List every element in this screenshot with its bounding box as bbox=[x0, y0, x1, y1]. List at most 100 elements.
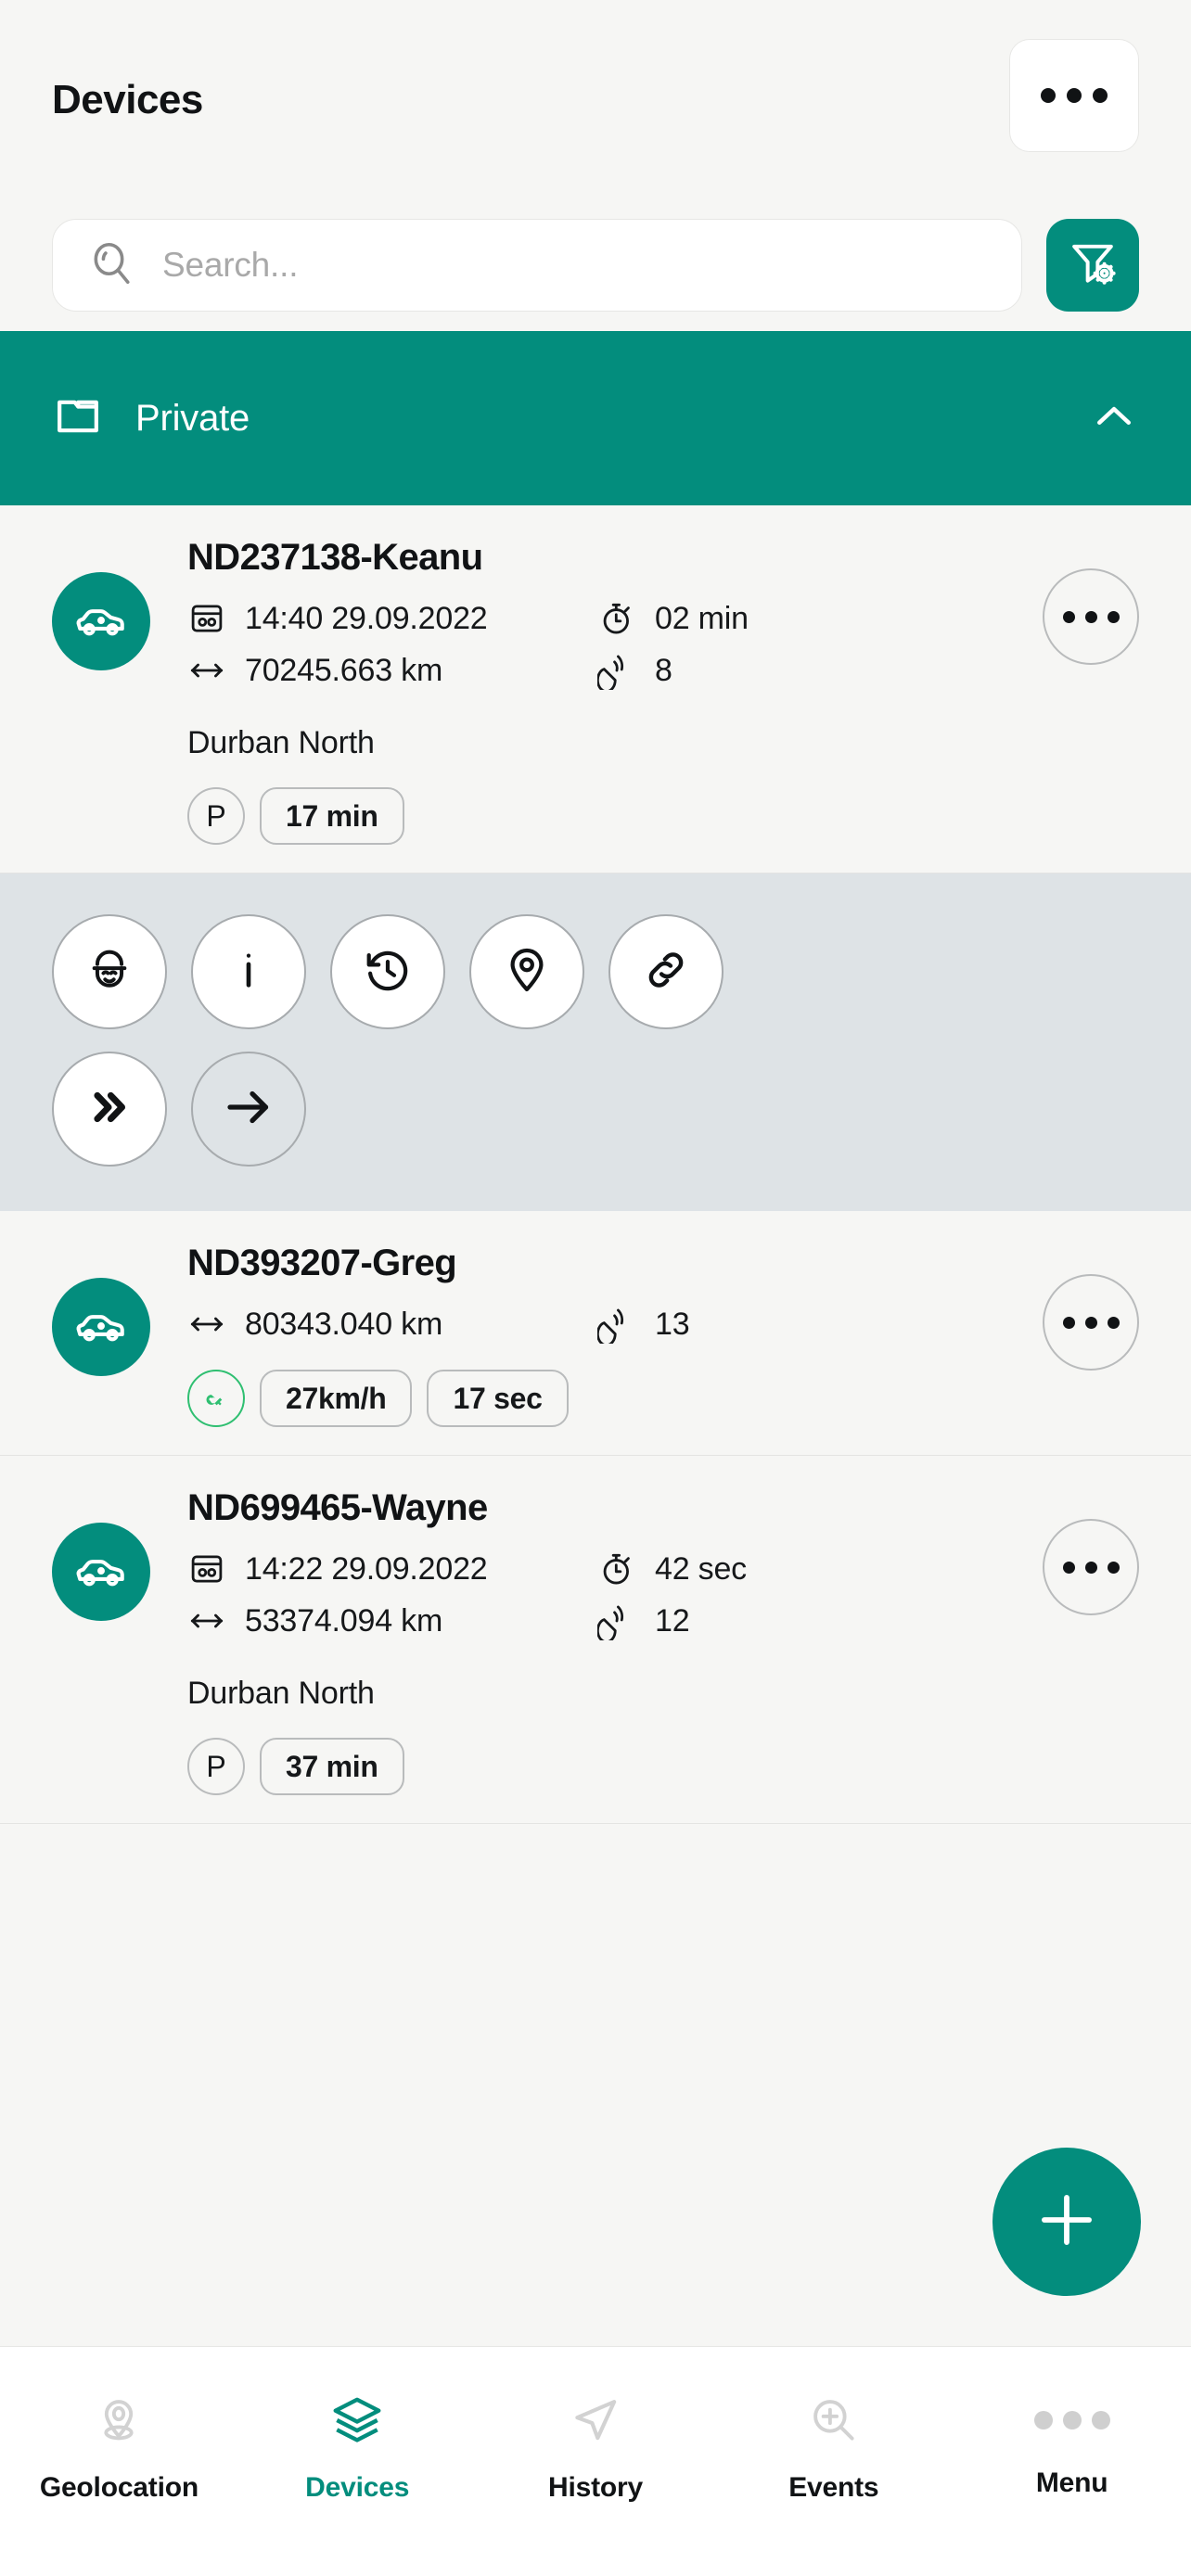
folder-group-private[interactable]: Private bbox=[0, 331, 1191, 505]
device-card[interactable]: ND393207-Greg 80343.040 km 13 27km/h 17 … bbox=[0, 1211, 1191, 1456]
locate-button[interactable] bbox=[469, 914, 584, 1029]
device-badges: 27km/h 17 sec bbox=[187, 1370, 1139, 1427]
nav-label: History bbox=[548, 2472, 643, 2503]
arrow-right-icon bbox=[221, 1079, 276, 1140]
nav-label: Menu bbox=[1035, 2468, 1108, 2498]
stopwatch-icon bbox=[597, 1549, 655, 1588]
odometer-icon bbox=[187, 1549, 245, 1588]
parking-icon: P bbox=[187, 787, 245, 845]
nav-item-history[interactable]: History bbox=[477, 2391, 715, 2504]
folder-label: Private bbox=[135, 397, 250, 439]
device-card[interactable]: ND237138-Keanu 14:40 29.09.2022 02 min 7… bbox=[0, 505, 1191, 874]
device-details: ND237138-Keanu 14:40 29.09.2022 02 min 7… bbox=[174, 537, 1139, 845]
device-location: Durban North bbox=[187, 725, 375, 760]
history-button[interactable] bbox=[330, 914, 445, 1029]
history-clock-icon bbox=[362, 944, 414, 1001]
more-horizontal-icon bbox=[1062, 1561, 1075, 1574]
search-input[interactable]: Search... bbox=[52, 219, 1022, 312]
device-stats: 14:40 29.09.2022 02 min 70245.663 km 8 bbox=[187, 599, 1139, 690]
app-header: Devices bbox=[0, 0, 1191, 199]
speed-badge: 27km/h bbox=[260, 1370, 413, 1427]
stat-value: 14:40 29.09.2022 bbox=[245, 600, 488, 636]
stat-value: 70245.663 km bbox=[245, 652, 443, 688]
car-icon bbox=[76, 609, 124, 636]
device-list[interactable]: ND237138-Keanu 14:40 29.09.2022 02 min 7… bbox=[0, 505, 1191, 2346]
device-card[interactable]: ND699465-Wayne 14:22 29.09.2022 42 sec 5… bbox=[0, 1456, 1191, 1824]
devices-screen: Devices Search... Private ND237138-Keanu… bbox=[0, 0, 1191, 2576]
device-name: ND237138-Keanu bbox=[187, 537, 483, 578]
layers-icon bbox=[328, 2391, 386, 2454]
link-icon bbox=[640, 944, 692, 1001]
filter-settings-button[interactable] bbox=[1046, 219, 1139, 312]
nav-label: Events bbox=[788, 2472, 879, 2503]
distance-arrows-icon bbox=[187, 651, 245, 690]
chevron-up-icon[interactable] bbox=[1089, 391, 1139, 446]
device-action-panel bbox=[0, 874, 1191, 1211]
nav-item-devices[interactable]: Devices bbox=[238, 2391, 477, 2504]
nav-item-menu[interactable]: Menu bbox=[953, 2391, 1191, 2499]
search-placeholder: Search... bbox=[162, 246, 299, 284]
bottom-navigation: Geolocation Devices History Events Menu bbox=[0, 2346, 1191, 2576]
folder-icon bbox=[52, 390, 104, 447]
device-badges: P 37 min bbox=[187, 1738, 1139, 1795]
info-button[interactable] bbox=[191, 914, 306, 1029]
driver-button[interactable] bbox=[52, 914, 167, 1029]
distance-arrows-icon bbox=[187, 1601, 245, 1640]
more-horizontal-icon bbox=[1084, 1316, 1097, 1329]
odometer-icon bbox=[187, 599, 245, 638]
more-horizontal-icon bbox=[1067, 88, 1082, 103]
device-name: ND393207-Greg bbox=[187, 1243, 457, 1283]
page-title: Devices bbox=[52, 76, 203, 122]
double-chevron-right-icon bbox=[83, 1081, 135, 1138]
more-horizontal-icon bbox=[1107, 1561, 1120, 1574]
duration-badge: 17 sec bbox=[427, 1370, 569, 1427]
stat-value: 14:22 29.09.2022 bbox=[245, 1550, 488, 1587]
more-horizontal-icon bbox=[1093, 88, 1108, 103]
info-icon bbox=[223, 944, 275, 1001]
avatar bbox=[52, 572, 150, 670]
header-more-button[interactable] bbox=[1009, 39, 1139, 152]
more-horizontal-icon bbox=[1107, 1316, 1120, 1329]
satellite-icon bbox=[597, 1305, 655, 1344]
device-details: ND393207-Greg 80343.040 km 13 27km/h 17 … bbox=[174, 1243, 1139, 1427]
navigation-arrow-icon bbox=[567, 2391, 624, 2454]
search-row: Search... bbox=[0, 199, 1191, 331]
zoom-in-icon bbox=[805, 2391, 863, 2454]
more-horizontal-icon bbox=[1084, 1561, 1097, 1574]
share-link-button[interactable] bbox=[608, 914, 724, 1029]
plus-icon bbox=[1031, 2184, 1103, 2261]
parking-icon: P bbox=[187, 1738, 245, 1795]
more-horizontal-icon bbox=[1033, 2391, 1110, 2449]
status-badge: 37 min bbox=[260, 1738, 404, 1795]
action-row-secondary bbox=[52, 1052, 1139, 1167]
satellite-icon bbox=[597, 651, 655, 690]
more-horizontal-icon bbox=[1084, 610, 1097, 623]
more-horizontal-icon bbox=[1062, 1316, 1075, 1329]
fast-forward-button[interactable] bbox=[52, 1052, 167, 1167]
device-stats: 14:22 29.09.2022 42 sec 53374.094 km 12 bbox=[187, 1549, 1139, 1640]
driver-icon bbox=[83, 944, 135, 1001]
nav-item-geolocation[interactable]: Geolocation bbox=[0, 2391, 238, 2504]
car-icon bbox=[76, 1315, 124, 1342]
nav-label: Geolocation bbox=[39, 2472, 198, 2503]
avatar bbox=[52, 1523, 150, 1621]
more-horizontal-icon bbox=[1041, 88, 1056, 103]
distance-arrows-icon bbox=[187, 1305, 245, 1344]
device-more-button[interactable] bbox=[1043, 1274, 1139, 1371]
stat-value: 80343.040 km bbox=[245, 1306, 443, 1342]
device-more-button[interactable] bbox=[1043, 1519, 1139, 1615]
satellite-icon bbox=[597, 1601, 655, 1640]
nav-item-events[interactable]: Events bbox=[714, 2391, 953, 2504]
map-pin-icon bbox=[501, 944, 553, 1001]
device-location: Durban North bbox=[187, 1676, 375, 1711]
car-icon bbox=[76, 1560, 124, 1587]
device-badges: P 17 min bbox=[187, 787, 1139, 845]
map-pin-base-icon bbox=[90, 2391, 147, 2454]
go-to-button[interactable] bbox=[191, 1052, 306, 1167]
nav-label: Devices bbox=[305, 2472, 410, 2503]
device-stats: 80343.040 km 13 bbox=[187, 1305, 1139, 1344]
device-more-button[interactable] bbox=[1043, 568, 1139, 665]
add-device-button[interactable] bbox=[992, 2148, 1141, 2296]
stat-value: 53374.094 km bbox=[245, 1602, 443, 1639]
device-details: ND699465-Wayne 14:22 29.09.2022 42 sec 5… bbox=[174, 1487, 1139, 1795]
